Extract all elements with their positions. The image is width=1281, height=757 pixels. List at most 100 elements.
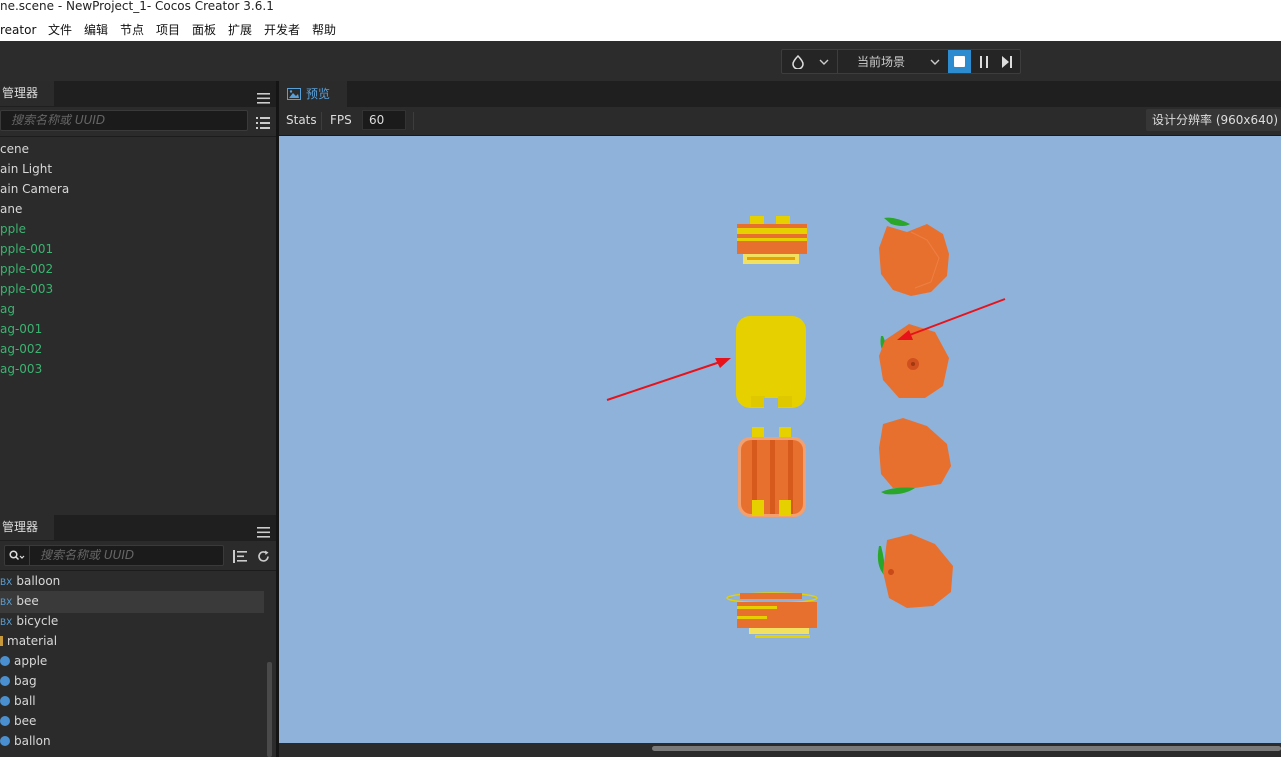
asset-balloon-fbx[interactable]: BX balloon (0, 571, 60, 593)
menu-edit[interactable]: 编辑 (84, 22, 108, 39)
asset-apple-material[interactable]: apple (0, 651, 47, 671)
preview-options-bar: Stats FPS 60 设计分辨率 (960x640) (279, 107, 1281, 136)
hierarchy-tab-label: 管理器 (2, 86, 39, 100)
fbx-icon: BX (0, 618, 13, 628)
stop-button[interactable] (948, 50, 971, 73)
asset-ball-material[interactable]: ball (0, 691, 36, 711)
image-icon (287, 88, 301, 100)
hierarchy-search-placeholder: 搜索名称或 UUID (11, 113, 106, 127)
menu-node[interactable]: 节点 (120, 22, 144, 39)
tree-node-bag-002[interactable]: ag-002 (0, 339, 42, 359)
bag-model (736, 316, 806, 410)
bag-model (726, 592, 818, 638)
menu-panel[interactable]: 面板 (192, 22, 216, 39)
search-type-button[interactable] (4, 545, 30, 566)
asset-bee-material[interactable]: bee (0, 711, 36, 731)
refresh-icon[interactable] (257, 548, 270, 567)
pause-button[interactable] (973, 50, 995, 73)
asset-ballon-material[interactable]: ballon (0, 731, 51, 751)
annotation-arrow (606, 358, 731, 401)
material-icon (0, 676, 10, 686)
assets-tab-label: 管理器 (2, 520, 39, 534)
apple-model (877, 534, 953, 608)
divider (321, 112, 322, 130)
menu-cocos-creator[interactable]: reator (0, 22, 36, 39)
chevron-down-icon[interactable] (928, 50, 942, 73)
asset-bag-material[interactable]: bag (0, 671, 37, 691)
sort-icon[interactable] (233, 548, 247, 567)
tree-node-apple-001[interactable]: pple-001 (0, 239, 53, 259)
resolution-label: 设计分辨率 (960x640) (1152, 113, 1279, 127)
menu-bar: reator 文件 编辑 节点 项目 面板 扩展 开发者 帮助 (0, 20, 1281, 42)
window-title-bar: ne.scene - NewProject_1- Cocos Creator 3… (0, 0, 1281, 20)
bag-model (737, 216, 807, 264)
asset-label: bee (16, 594, 39, 608)
fps-input[interactable]: 60 (362, 110, 406, 130)
asset-label: material (7, 634, 58, 648)
hierarchy-tab[interactable]: 管理器 (0, 81, 54, 106)
asset-bee-fbx[interactable]: BX bee (0, 591, 264, 613)
asset-label: apple (14, 654, 48, 668)
asset-label: bee (14, 714, 37, 728)
stop-icon (954, 56, 965, 67)
tree-node-bag[interactable]: ag (0, 299, 15, 319)
menu-file[interactable]: 文件 (48, 22, 72, 39)
material-icon (0, 736, 10, 746)
tree-node-scene[interactable]: cene (0, 139, 29, 159)
window-title: ne.scene - NewProject_1- Cocos Creator 3… (0, 0, 274, 13)
scene-viewport[interactable] (279, 136, 1281, 743)
assets-search-placeholder: 搜索名称或 UUID (40, 548, 135, 562)
scrollbar-thumb[interactable] (652, 746, 1281, 751)
asset-label: bag (14, 674, 37, 688)
assets-tab[interactable]: 管理器 (0, 515, 54, 540)
tree-node-plane[interactable]: ane (0, 199, 22, 219)
asset-material-folder[interactable]: material (0, 631, 57, 651)
panel-menu-icon[interactable] (257, 89, 270, 108)
asset-label: ball (14, 694, 36, 708)
asset-label: ballon (14, 734, 51, 748)
panel-menu-icon[interactable] (257, 523, 270, 542)
preview-controls: 当前场景 (781, 49, 1021, 74)
preview-tab[interactable]: 预览 (279, 81, 347, 107)
hierarchy-search-input[interactable]: 搜索名称或 UUID (0, 110, 248, 131)
asset-label: balloon (16, 574, 61, 588)
tree-node-apple-002[interactable]: pple-002 (0, 259, 53, 279)
chevron-down-icon[interactable] (816, 50, 832, 73)
assets-scrollbar[interactable] (267, 662, 272, 757)
apple-model (879, 217, 949, 296)
apple-model (879, 324, 949, 398)
fbx-icon: BX (0, 578, 13, 588)
scene-select-label: 当前场景 (857, 55, 906, 69)
tree-node-apple[interactable]: pple (0, 219, 26, 239)
step-button[interactable] (996, 50, 1018, 73)
tree-node-apple-003[interactable]: pple-003 (0, 279, 53, 299)
divider (413, 112, 414, 130)
assets-search-input[interactable]: 搜索名称或 UUID (29, 545, 224, 566)
main-toolbar (0, 41, 1281, 81)
folder-icon (0, 636, 3, 646)
resolution-select[interactable]: 设计分辨率 (960x640) (1146, 109, 1281, 131)
apple-model (879, 418, 951, 495)
material-icon (0, 696, 10, 706)
bag-model (738, 427, 806, 517)
step-icon (1002, 55, 1012, 68)
tree-node-bag-003[interactable]: ag-003 (0, 359, 42, 379)
list-options-icon[interactable] (256, 114, 270, 133)
fps-label: FPS (330, 113, 352, 127)
menu-help[interactable]: 帮助 (312, 22, 336, 39)
material-icon (0, 716, 10, 726)
annotation-arrow (897, 298, 1006, 340)
pause-icon (980, 55, 988, 68)
menu-extension[interactable]: 扩展 (228, 22, 252, 39)
asset-bicycle-fbx[interactable]: BX bicycle (0, 611, 58, 633)
menu-project[interactable]: 项目 (156, 22, 180, 39)
tree-node-main-camera[interactable]: ain Camera (0, 179, 69, 199)
tree-node-main-light[interactable]: ain Light (0, 159, 52, 179)
divider (0, 136, 276, 137)
stats-toggle[interactable]: Stats (286, 107, 317, 134)
preview-tabbar (279, 81, 1281, 107)
tree-node-bag-001[interactable]: ag-001 (0, 319, 42, 339)
platform-icon[interactable] (788, 50, 808, 73)
preview-tab-label: 预览 (306, 87, 331, 101)
menu-developer[interactable]: 开发者 (264, 22, 300, 39)
